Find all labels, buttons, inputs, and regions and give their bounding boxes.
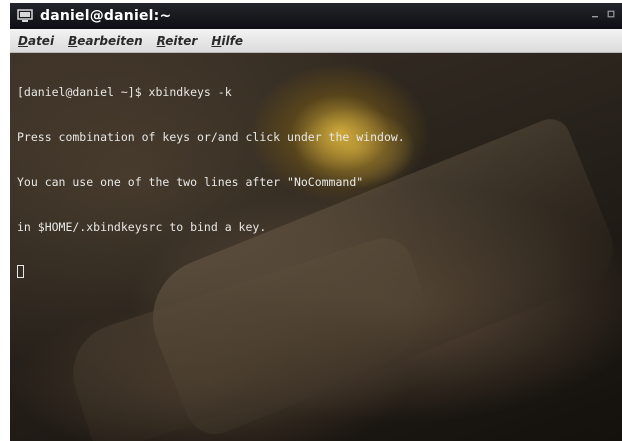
terminal-line: Press combination of keys or/and click u…	[17, 130, 405, 144]
menu-hilfe-mnemonic: H	[211, 33, 222, 48]
terminal-line: You can use one of the two lines after "…	[17, 175, 364, 189]
menu-bearbeiten-label: earbeiten	[77, 33, 143, 48]
terminal-line: in $HOME/.xbindkeysrc to bind a key.	[17, 220, 267, 234]
window-controls	[590, 9, 616, 19]
terminal-window: daniel@daniel:~ Datei Bearbeiten Reiter …	[10, 3, 622, 441]
terminal-line: [daniel@daniel ~]$ xbindkeys -k	[17, 85, 232, 99]
terminal-text: [daniel@daniel ~]$ xbindkeys -k Press co…	[10, 53, 622, 310]
maximize-icon[interactable]	[606, 9, 616, 19]
menu-reiter[interactable]: Reiter	[157, 34, 198, 48]
terminal-output-area[interactable]: [daniel@daniel ~]$ xbindkeys -k Press co…	[10, 53, 622, 441]
menu-hilfe-label: ilfe	[221, 33, 243, 48]
menu-datei-mnemonic: D	[18, 33, 28, 48]
terminal-cursor	[17, 265, 24, 278]
title-bar[interactable]: daniel@daniel:~	[10, 3, 622, 29]
menu-datei-label: atei	[27, 33, 55, 48]
menu-bearbeiten-mnemonic: B	[68, 33, 78, 48]
terminal-icon	[16, 7, 34, 25]
menu-reiter-label: eiter	[165, 33, 198, 48]
menu-datei[interactable]: Datei	[18, 34, 54, 48]
menu-reiter-mnemonic: R	[156, 33, 166, 48]
menu-bearbeiten[interactable]: Bearbeiten	[68, 34, 143, 48]
menu-hilfe[interactable]: Hilfe	[211, 34, 243, 48]
minimize-icon[interactable]	[590, 9, 600, 19]
desktop-edge	[0, 0, 10, 441]
menu-bar: Datei Bearbeiten Reiter Hilfe	[10, 29, 622, 53]
window-title: daniel@daniel:~	[40, 8, 172, 24]
terminal-cursor-line	[17, 265, 622, 280]
